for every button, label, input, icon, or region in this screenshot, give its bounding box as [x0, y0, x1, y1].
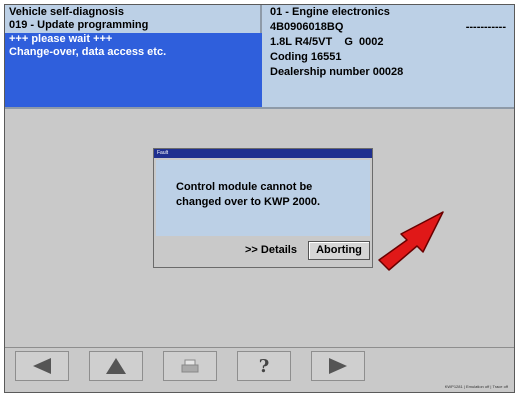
dialog-button-row: >> Details Aborting — [154, 237, 372, 267]
status-line-2: Change-over, data access etc. — [9, 46, 167, 58]
dialog-message: Control module cannot be changed over to… — [176, 180, 320, 210]
diagnostic-window: Vehicle self-diagnosis 019 - Update prog… — [4, 4, 515, 393]
dialog-message-line-2: changed over to KWP 2000. — [176, 196, 321, 208]
part-number: 4B0906018BQ — [270, 21, 344, 33]
status-bar: KWP1281 | Emulation off | Trace off — [5, 383, 514, 392]
dialog-body: Control module cannot be changed over to… — [156, 160, 370, 236]
status-text: KWP1281 | Emulation off | Trace off — [444, 384, 508, 389]
bottom-toolbar: ? — [5, 347, 514, 383]
work-area: Fault Control module cannot be changed o… — [5, 111, 514, 347]
header-panel: Vehicle self-diagnosis 019 - Update prog… — [5, 5, 514, 109]
mode-title: Vehicle self-diagnosis — [9, 6, 124, 18]
header-right: 01 - Engine electronics 4B0906018BQ ----… — [264, 5, 514, 107]
help-button[interactable]: ? — [237, 351, 291, 381]
function-title: 019 - Update programming — [9, 19, 149, 31]
aborting-button[interactable]: Aborting — [308, 241, 370, 260]
module-name: 01 - Engine electronics — [270, 6, 390, 18]
dialog-title: Fault — [154, 149, 372, 158]
back-arrow-icon — [33, 358, 51, 374]
forward-arrow-icon — [329, 358, 347, 374]
help-icon: ? — [258, 355, 270, 377]
print-button[interactable] — [163, 351, 217, 381]
dialog-message-line-1: Control module cannot be — [176, 181, 313, 193]
up-arrow-icon — [106, 358, 126, 374]
coding-info: Coding 16551 — [270, 51, 342, 63]
print-icon — [181, 359, 199, 373]
part-number-dashes: ----------- — [465, 21, 506, 33]
header-left: Vehicle self-diagnosis 019 - Update prog… — [5, 5, 262, 107]
engine-info: 1.8L R4/5VT G 0002 — [270, 36, 384, 48]
dealership-info: Dealership number 00028 — [270, 66, 404, 78]
annotation-arrow-icon — [378, 211, 444, 271]
details-button[interactable]: >> Details — [238, 242, 304, 259]
status-line-1: +++ please wait +++ — [9, 33, 113, 45]
back-button[interactable] — [15, 351, 69, 381]
up-button[interactable] — [89, 351, 143, 381]
forward-button[interactable] — [311, 351, 365, 381]
fault-dialog: Fault Control module cannot be changed o… — [153, 148, 373, 268]
